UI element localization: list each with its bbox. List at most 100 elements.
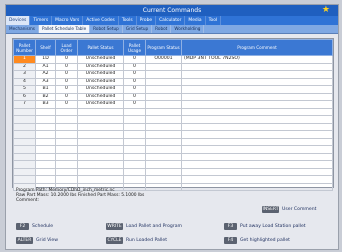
- cell-load-order[interactable]: [55, 115, 78, 124]
- cell-pallet-number[interactable]: [13, 175, 36, 184]
- cell-program-comment[interactable]: [181, 160, 333, 169]
- tab-active-codes[interactable]: Active Codes: [83, 16, 119, 25]
- tab-probe[interactable]: Probe: [137, 16, 157, 25]
- cell-pallet-number[interactable]: 7: [13, 100, 36, 109]
- cell-load-order[interactable]: 0: [55, 62, 78, 71]
- cell-pallet-status[interactable]: [77, 130, 124, 139]
- cell-load-order[interactable]: [55, 130, 78, 139]
- table-row[interactable]: 4 A3 0 Unscheduled 0: [13, 77, 333, 86]
- cell-program-comment[interactable]: [181, 85, 333, 94]
- cell-program-status[interactable]: [145, 107, 182, 116]
- table-row[interactable]: [13, 137, 333, 146]
- grid-view-button[interactable]: ALTER Grid View: [16, 236, 58, 244]
- cell-pallet-number[interactable]: 1: [13, 55, 36, 64]
- cell-program-status[interactable]: O00001: [145, 55, 182, 64]
- cell-pallet-status[interactable]: [77, 145, 124, 154]
- cell-pallet-usage[interactable]: 0: [123, 77, 146, 86]
- cell-shelf[interactable]: A3: [35, 77, 56, 86]
- tab-robot[interactable]: Robot: [152, 25, 172, 33]
- table-row[interactable]: 3 A2 0 Unscheduled 0: [13, 70, 333, 79]
- table-row[interactable]: [13, 122, 333, 131]
- table-row[interactable]: [13, 115, 333, 124]
- cell-load-order[interactable]: 0: [55, 77, 78, 86]
- cell-program-status[interactable]: [145, 152, 182, 161]
- schedule-button[interactable]: F2 Schedule: [16, 222, 53, 230]
- cell-shelf[interactable]: [35, 122, 56, 131]
- tab-grid-setup[interactable]: Grid Setup: [123, 25, 153, 33]
- cell-load-order[interactable]: [55, 137, 78, 146]
- cell-pallet-number[interactable]: [13, 167, 36, 176]
- cell-program-status[interactable]: [145, 182, 182, 191]
- table-row[interactable]: [13, 152, 333, 161]
- user-comment-button[interactable]: INSERT User Comment: [262, 205, 316, 213]
- tab-pallet-schedule-table[interactable]: Pallet Schedule Table: [38, 25, 91, 33]
- cell-program-status[interactable]: [145, 175, 182, 184]
- cell-pallet-status[interactable]: Unscheduled: [77, 55, 124, 64]
- cell-program-comment[interactable]: [181, 100, 333, 109]
- cell-pallet-usage[interactable]: [123, 107, 146, 116]
- cell-program-status[interactable]: [145, 92, 182, 101]
- cell-pallet-number[interactable]: 4: [13, 77, 36, 86]
- cell-program-comment[interactable]: [181, 152, 333, 161]
- cell-pallet-status[interactable]: [77, 137, 124, 146]
- load-pallet-program-button[interactable]: WRITE Load Pallet and Program: [106, 222, 182, 230]
- tab-devices[interactable]: Devices: [6, 16, 31, 25]
- cell-pallet-status[interactable]: [77, 122, 124, 131]
- cell-program-status[interactable]: [145, 77, 182, 86]
- cell-program-comment[interactable]: [181, 182, 333, 191]
- cell-pallet-status[interactable]: Unscheduled: [77, 70, 124, 79]
- get-highlighted-button[interactable]: F4 Get highlighted pallet: [224, 236, 290, 244]
- cell-program-comment[interactable]: [181, 175, 333, 184]
- cell-program-status[interactable]: [145, 85, 182, 94]
- cell-program-comment[interactable]: [181, 137, 333, 146]
- favorite-star-icon[interactable]: ★: [322, 5, 330, 16]
- cell-pallet-number[interactable]: [13, 137, 36, 146]
- cell-pallet-status[interactable]: [77, 167, 124, 176]
- cell-pallet-number[interactable]: 6: [13, 92, 36, 101]
- cell-pallet-status[interactable]: [77, 175, 124, 184]
- cell-shelf[interactable]: B2: [35, 92, 56, 101]
- cell-program-status[interactable]: [145, 130, 182, 139]
- cell-program-status[interactable]: [145, 145, 182, 154]
- tab-tools[interactable]: Tools: [119, 16, 137, 25]
- cell-load-order[interactable]: [55, 152, 78, 161]
- cell-program-status[interactable]: [145, 62, 182, 71]
- cell-pallet-status[interactable]: Unscheduled: [77, 85, 124, 94]
- cell-program-comment[interactable]: [181, 62, 333, 71]
- cell-load-order[interactable]: 0: [55, 55, 78, 64]
- cell-pallet-usage[interactable]: [123, 137, 146, 146]
- cell-pallet-usage[interactable]: 0: [123, 92, 146, 101]
- table-row[interactable]: [13, 130, 333, 139]
- cell-pallet-usage[interactable]: 0: [123, 70, 146, 79]
- tab-media[interactable]: Media: [185, 16, 206, 25]
- cell-load-order[interactable]: [55, 145, 78, 154]
- cell-shelf[interactable]: [35, 130, 56, 139]
- cell-pallet-status[interactable]: Unscheduled: [77, 92, 124, 101]
- cell-load-order[interactable]: 0: [55, 70, 78, 79]
- cell-pallet-number[interactable]: [13, 152, 36, 161]
- table-row[interactable]: [13, 175, 333, 184]
- cell-pallet-status[interactable]: [77, 152, 124, 161]
- cell-shelf[interactable]: [35, 160, 56, 169]
- cell-load-order[interactable]: [55, 175, 78, 184]
- tab-mechanisms[interactable]: Mechanisms: [6, 25, 39, 33]
- tab-workholding[interactable]: Workholding: [171, 25, 205, 33]
- cell-shelf[interactable]: A1: [35, 62, 56, 71]
- cell-load-order[interactable]: 0: [55, 85, 78, 94]
- cell-program-status[interactable]: [145, 100, 182, 109]
- cell-pallet-number[interactable]: [13, 115, 36, 124]
- cell-shelf[interactable]: [35, 107, 56, 116]
- cell-pallet-usage[interactable]: [123, 130, 146, 139]
- cell-pallet-status[interactable]: [77, 115, 124, 124]
- cell-pallet-status[interactable]: Unscheduled: [77, 77, 124, 86]
- table-row[interactable]: [13, 107, 333, 116]
- cell-load-order[interactable]: [55, 107, 78, 116]
- cell-pallet-number[interactable]: 2: [13, 62, 36, 71]
- cell-program-comment[interactable]: [181, 122, 333, 131]
- cell-program-comment[interactable]: [181, 145, 333, 154]
- cell-load-order[interactable]: 0: [55, 100, 78, 109]
- cell-shelf[interactable]: [35, 145, 56, 154]
- cell-pallet-usage[interactable]: 0: [123, 62, 146, 71]
- cell-program-comment[interactable]: [181, 107, 333, 116]
- cell-program-comment[interactable]: [181, 77, 333, 86]
